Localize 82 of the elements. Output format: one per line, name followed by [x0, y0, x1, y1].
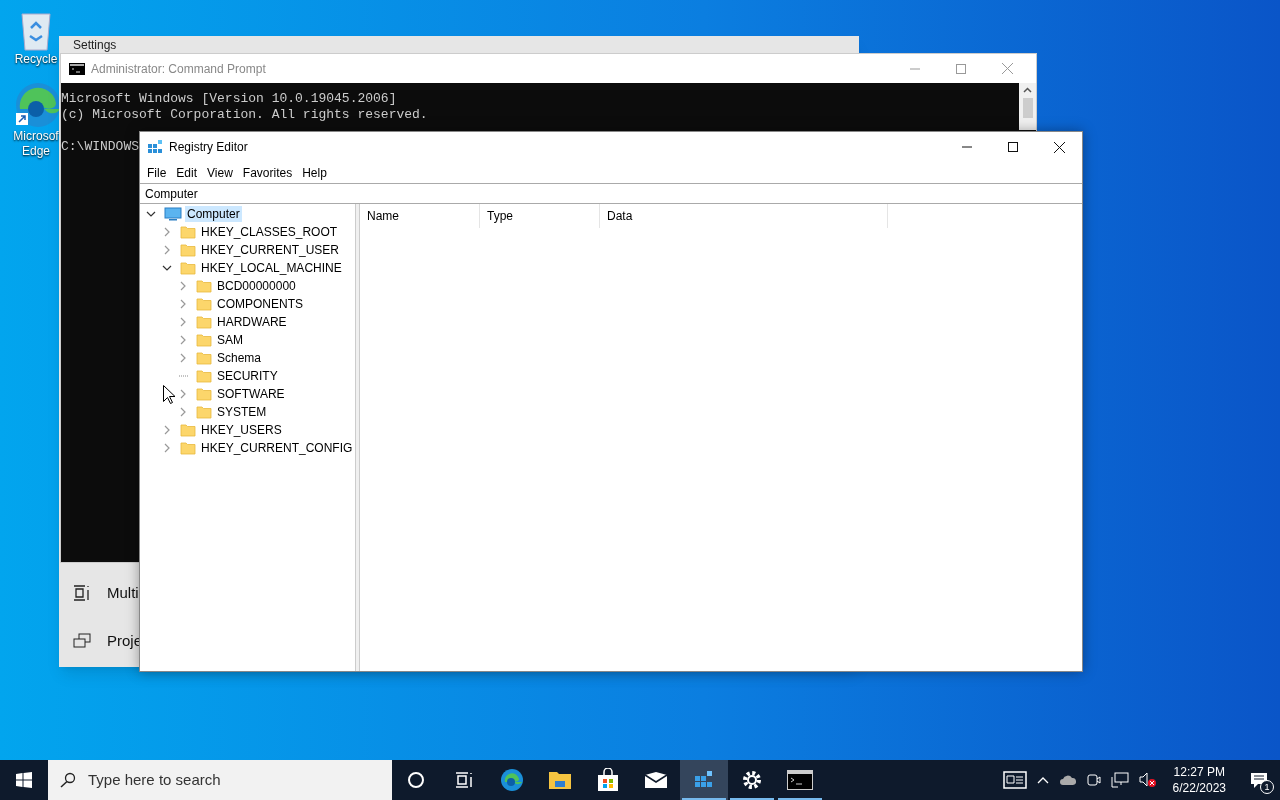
tree-item[interactable]: HKEY_CURRENT_USER: [199, 242, 342, 258]
folder-icon: [196, 351, 212, 365]
task-view-icon: [454, 771, 474, 789]
network-icon[interactable]: [1110, 772, 1129, 788]
column-header[interactable]: Data: [600, 204, 888, 228]
scrollbar[interactable]: [1019, 83, 1036, 130]
folder-icon: [180, 225, 196, 239]
close-icon: [1053, 141, 1065, 153]
tree-item[interactable]: SECURITY: [215, 368, 280, 384]
menu-item[interactable]: Help: [297, 162, 332, 183]
maximize-icon: [1008, 142, 1018, 152]
camera-icon[interactable]: [1086, 772, 1101, 788]
search-field[interactable]: Type here to search: [48, 760, 392, 800]
column-header[interactable]: Type: [480, 204, 600, 228]
search-icon: [60, 772, 76, 788]
column-header[interactable]: Name: [360, 204, 480, 228]
tree-item[interactable]: SOFTWARE: [215, 386, 287, 402]
console-line: Microsoft Windows [Version 10.0.19045.2006]: [61, 91, 397, 106]
folder-icon: [196, 369, 212, 383]
scrollbar-thumb[interactable]: [1022, 98, 1033, 118]
folder-icon: [196, 387, 212, 401]
tree-item[interactable]: HKEY_USERS: [199, 422, 284, 438]
tree-item[interactable]: HKEY_LOCAL_MACHINE: [199, 260, 344, 276]
folder-icon: [196, 279, 212, 293]
terminal-icon: [787, 770, 813, 790]
tree-item[interactable]: HKEY_CLASSES_ROOT: [199, 224, 340, 240]
edge-icon: [500, 768, 524, 792]
tree-item[interactable]: SAM: [215, 332, 245, 348]
menu-item[interactable]: View: [202, 162, 238, 183]
mouse-pointer-icon: [163, 385, 175, 404]
folder-icon: [180, 243, 196, 257]
envelope-icon: [644, 771, 668, 789]
tree-item[interactable]: COMPONENTS: [215, 296, 305, 312]
muted-speaker-icon[interactable]: [1138, 772, 1157, 788]
folder-icon: [196, 297, 212, 311]
tree-item[interactable]: SYSTEM: [215, 404, 269, 420]
close-icon: [1001, 63, 1013, 74]
folder-icon: [180, 441, 196, 455]
tree-item[interactable]: Computer: [185, 206, 242, 222]
tree-item[interactable]: HARDWARE: [215, 314, 289, 330]
folder-icon: [180, 261, 196, 275]
desktop-icon-label: Edge: [22, 144, 50, 159]
notification-count: 1: [1260, 780, 1274, 794]
console-line: (c) Microsoft Corporation. All rights reserved.: [61, 107, 428, 122]
address-bar[interactable]: Computer: [140, 183, 1082, 204]
clock[interactable]: 12:27 PM 6/22/2023: [1166, 764, 1232, 796]
folder-icon: [196, 405, 212, 419]
chevron-icon[interactable]: [146, 209, 156, 219]
terminal-icon: [69, 62, 85, 75]
multitask-icon: [73, 584, 91, 602]
circle-icon: [407, 771, 425, 789]
bag-icon: [597, 768, 619, 792]
window-title: Administrator: Command Prompt: [91, 60, 266, 78]
window-title: Settings: [73, 39, 117, 52]
desktop-icon-label: Recycle: [14, 52, 58, 67]
minimize-icon: [910, 67, 920, 70]
tree-item[interactable]: BCD00000000: [215, 278, 298, 294]
windows-logo-icon: [16, 772, 32, 788]
desktop-icon-label: Microsof: [13, 129, 59, 144]
folder-icon: [180, 423, 196, 437]
settings-item[interactable]: Multi: [73, 582, 143, 604]
settings-icon: [741, 769, 763, 791]
console-prompt: C:\WINDOWS: [61, 139, 139, 154]
news-icon[interactable]: [1002, 771, 1027, 789]
minimize-icon: [962, 146, 972, 148]
chevron-icon[interactable]: [162, 263, 172, 273]
menu-item[interactable]: Favorites: [237, 162, 298, 183]
folder-icon: [548, 770, 572, 790]
cubes-icon: [147, 139, 163, 155]
cloud-icon[interactable]: [1058, 774, 1077, 786]
screens-icon: [73, 633, 91, 649]
menu-item[interactable]: Edit: [171, 162, 203, 183]
computer-icon: [164, 207, 182, 221]
window-title: Registry Editor: [169, 139, 248, 156]
tree-item[interactable]: Schema: [215, 350, 264, 366]
maximize-icon: [956, 63, 966, 74]
chevron-up-icon[interactable]: [1036, 776, 1049, 784]
tree-item[interactable]: HKEY_CURRENT_CONFIG: [199, 440, 355, 456]
folder-icon: [196, 333, 212, 347]
scroll-up-icon[interactable]: [1023, 87, 1032, 93]
menu-item[interactable]: File: [142, 162, 172, 183]
folder-icon: [196, 315, 212, 329]
